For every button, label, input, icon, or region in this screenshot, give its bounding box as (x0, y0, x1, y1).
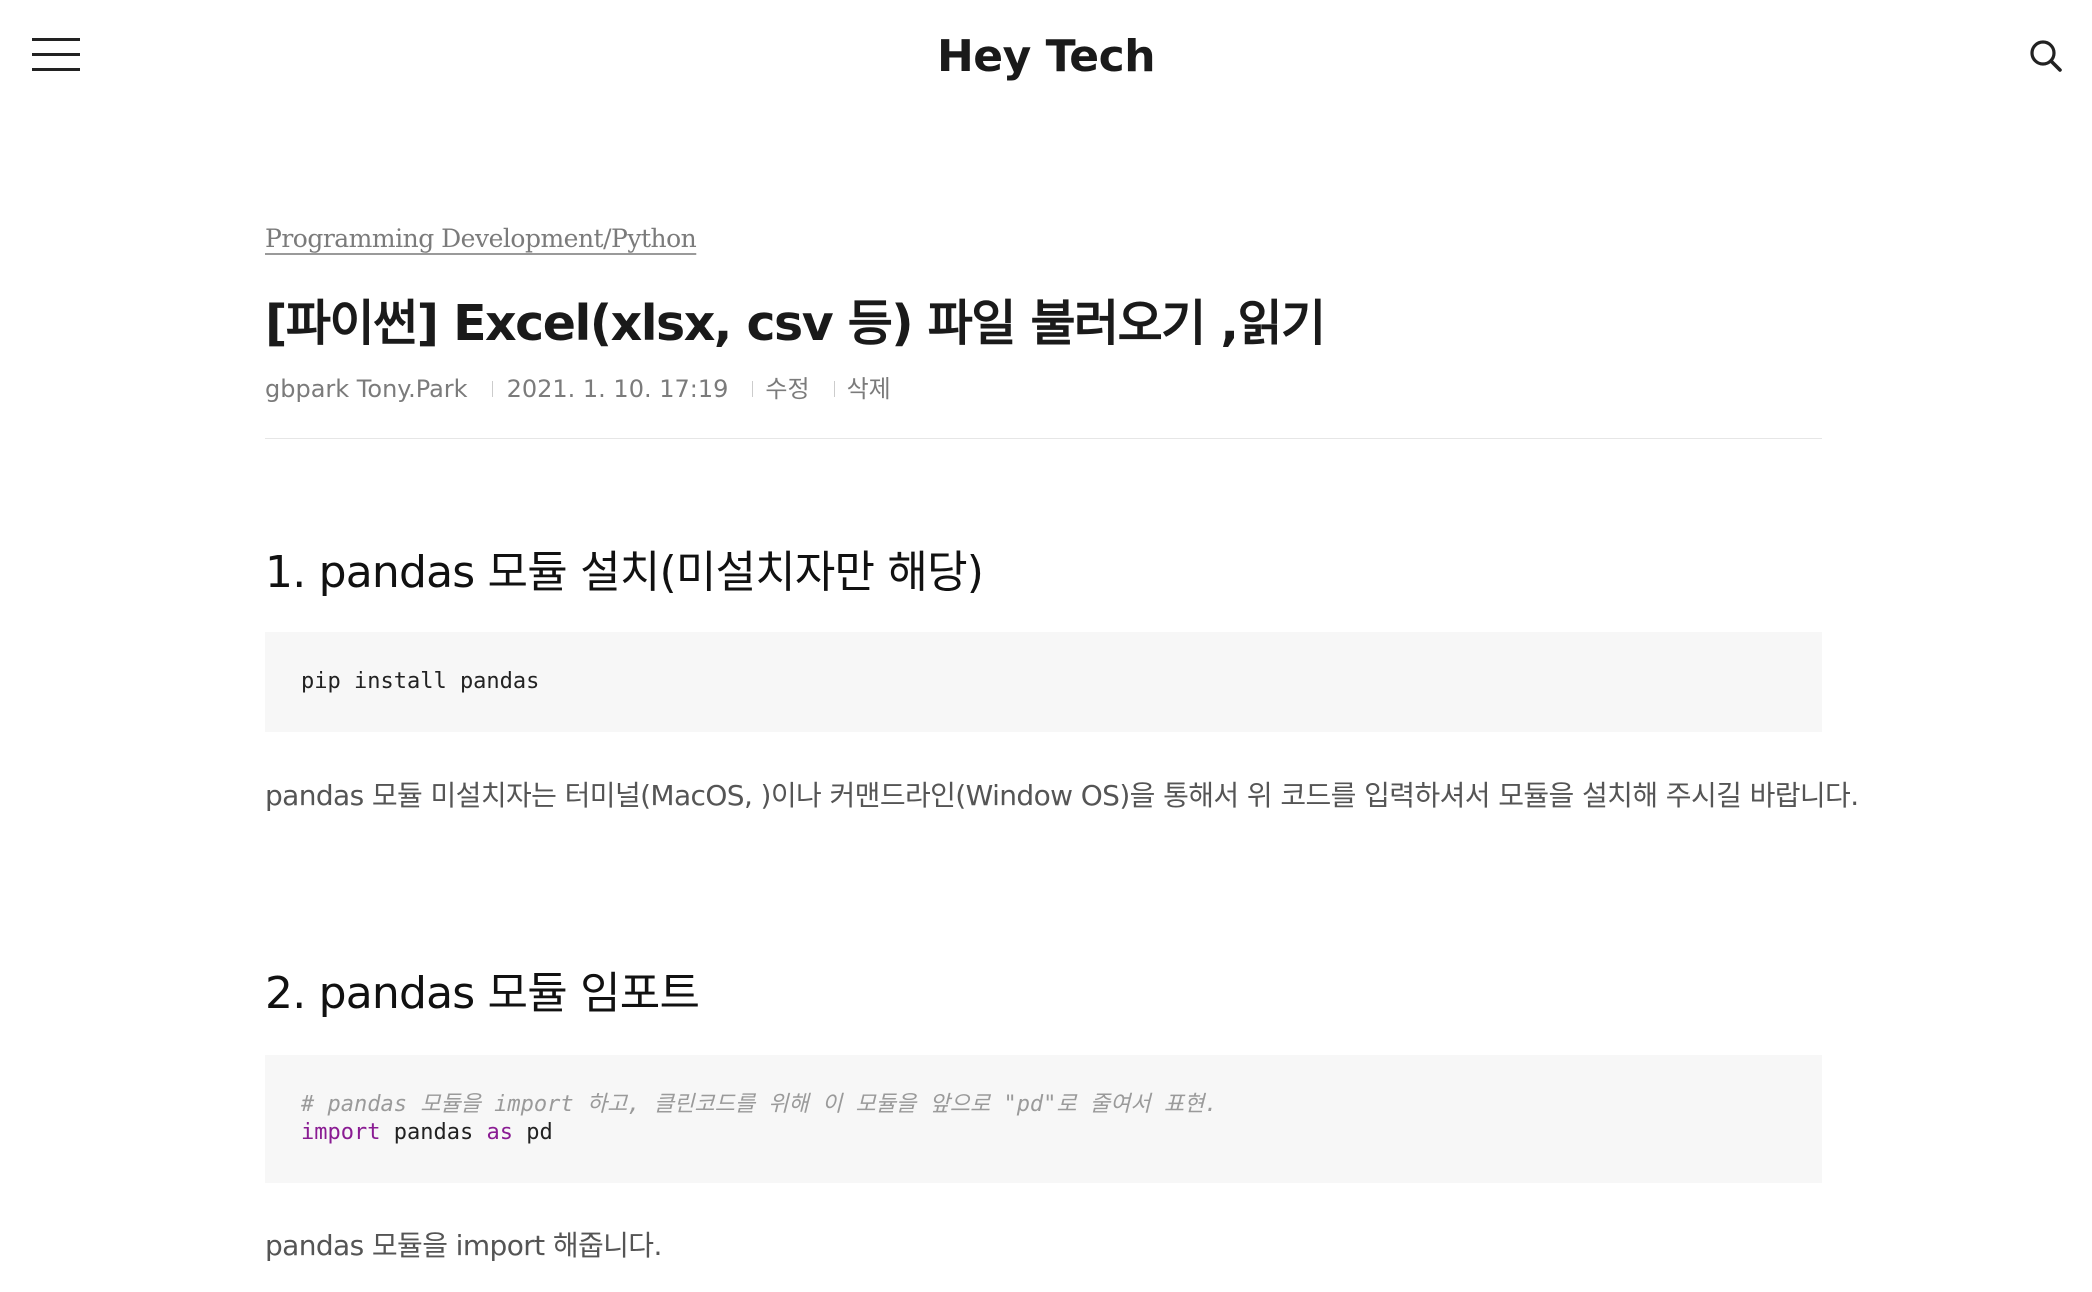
meta-separator (833, 381, 835, 397)
code-keyword: import (301, 1120, 381, 1145)
code-block[interactable]: # pandas 모듈을 import 하고, 클린코드를 위해 이 모듈을 앞… (265, 1055, 1822, 1183)
title-divider (265, 438, 1822, 439)
code-line: pip install pandas (301, 669, 540, 694)
post-meta: gbpark Tony.Park 2021. 1. 10. 17:19 수정 삭… (265, 372, 891, 406)
post-author: gbpark Tony.Park (265, 375, 468, 403)
code-identifier: pandas (393, 1120, 474, 1145)
post-title: [파이썬] Excel(xlsx, csv 등) 파일 불러오기 ,읽기 (265, 295, 1326, 352)
post-datetime: 2021. 1. 10. 17:19 (506, 375, 729, 403)
code-identifier: pd (526, 1120, 553, 1145)
meta-separator (752, 381, 754, 397)
blog-title[interactable]: Hey Tech (0, 24, 2092, 90)
search-icon-graphic (2030, 40, 2062, 72)
section-heading: 2. pandas 모듈 임포트 (265, 968, 700, 1019)
code-block[interactable]: pip install pandas (265, 632, 1822, 732)
code-keyword: as (486, 1120, 513, 1145)
code-comment: # pandas 모듈을 import 하고, 클린코드를 위해 이 모듈을 앞… (301, 1092, 1218, 1117)
section-heading: 1. pandas 모듈 설치(미설치자만 해당) (265, 547, 984, 598)
edit-post-link[interactable]: 수정 (765, 372, 809, 406)
delete-post-link[interactable]: 삭제 (847, 372, 891, 406)
blog-header: Hey Tech (0, 0, 2092, 120)
section-paragraph: pandas 모듈 미설치자는 터미널(MacOS, )이나 커맨드라인(Win… (265, 779, 1859, 812)
meta-separator (491, 381, 493, 397)
section-paragraph: pandas 모듈을 import 해줍니다. (265, 1229, 662, 1262)
code-line: import pandas as pd (301, 1119, 1786, 1147)
post-category-link[interactable]: Programming Development/Python (265, 224, 697, 253)
search-icon[interactable] (2026, 36, 2066, 76)
